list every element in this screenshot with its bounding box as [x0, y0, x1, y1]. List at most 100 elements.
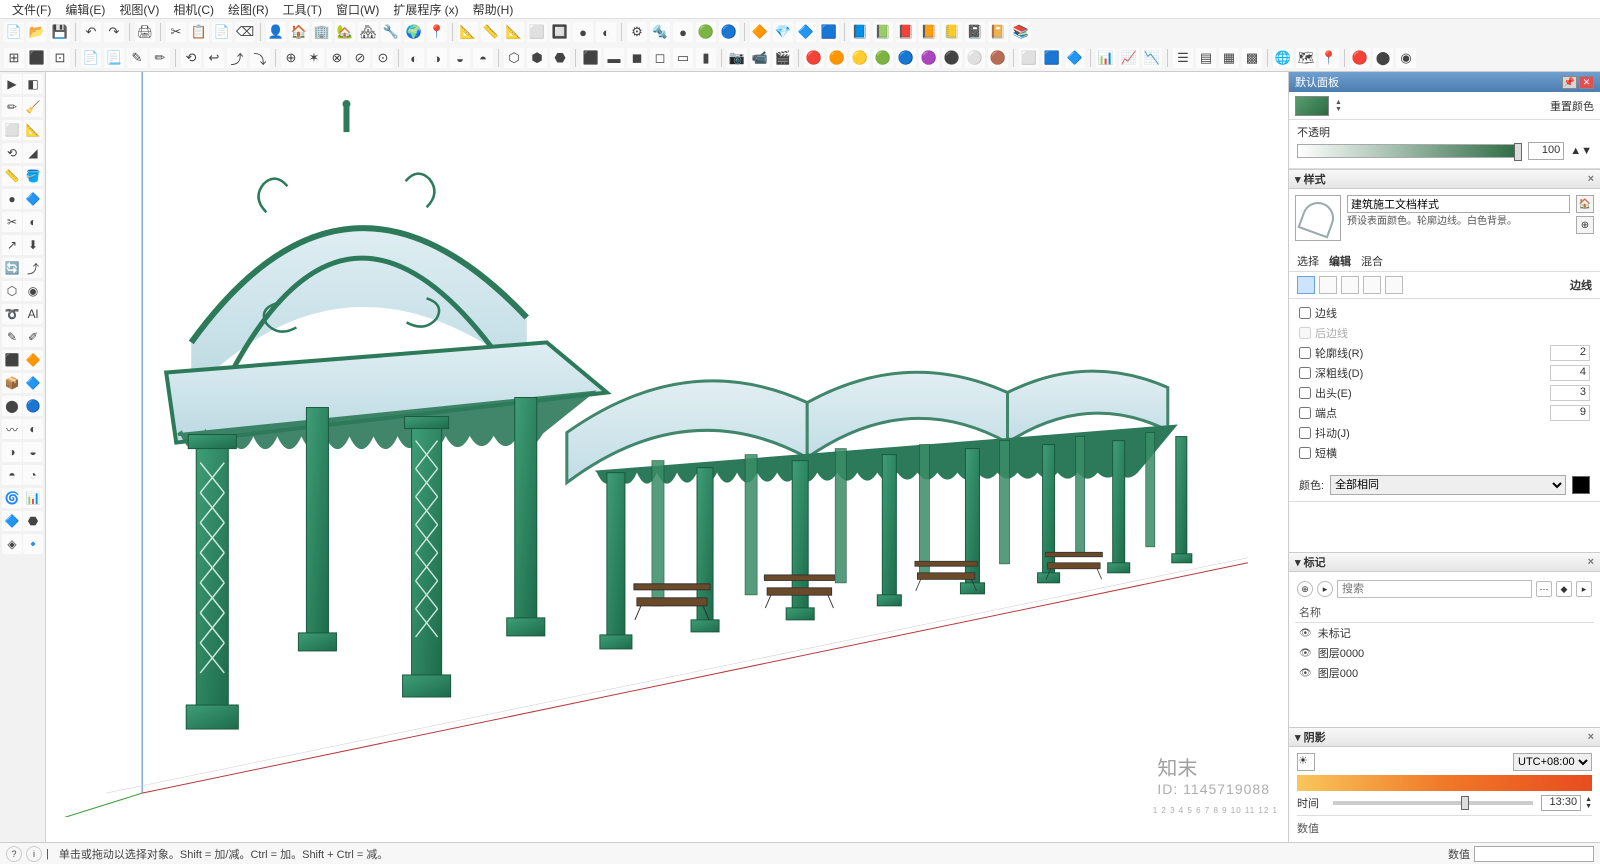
toolbox-button-31[interactable]: ◐	[23, 419, 43, 439]
tags-section-header[interactable]: ▾ 标记 ×	[1289, 552, 1600, 572]
tab-mix[interactable]: 混合	[1361, 253, 1383, 269]
toolbar1-button-14[interactable]: 👤	[266, 22, 286, 42]
toolbar2-button-51[interactable]: 🟦	[1042, 48, 1062, 68]
toolbox-button-28[interactable]: ⬤	[2, 396, 22, 416]
toolbar2-button-64[interactable]: 🗺	[1296, 48, 1316, 68]
toolbox-button-32[interactable]: ◑	[2, 442, 22, 462]
visibility-icon[interactable]	[1299, 627, 1312, 639]
tag-add-button[interactable]: ⊕	[1297, 581, 1313, 597]
toolbar1-button-29[interactable]: ◐	[596, 22, 616, 42]
time-slider[interactable]	[1333, 801, 1533, 805]
menu-view[interactable]: 视图(V)	[113, 0, 165, 20]
toolbar2-button-40[interactable]: 🔴	[804, 48, 824, 68]
toolbox-button-40[interactable]: ◈	[2, 534, 22, 554]
toolbar1-button-23[interactable]: 📐	[458, 22, 478, 42]
toolbar1-button-19[interactable]: 🔧	[381, 22, 401, 42]
toolbar1-button-49[interactable]: 📚	[1011, 22, 1031, 42]
toolbar2-button-9[interactable]: ⟲	[181, 48, 201, 68]
toolbar2-button-54[interactable]: 📊	[1096, 48, 1116, 68]
toolbar2-button-48[interactable]: 🟤	[988, 48, 1008, 68]
toolbox-button-11[interactable]: 🔷	[23, 189, 43, 209]
toolbox-button-3[interactable]: 🧹	[23, 97, 43, 117]
tag-item-layer0000[interactable]: 图层0000	[1295, 643, 1594, 663]
shadow-toggle-button[interactable]: ☀	[1297, 753, 1315, 771]
toolbar1-button-25[interactable]: 📐	[504, 22, 524, 42]
toolbar1-button-20[interactable]: 🌍	[404, 22, 424, 42]
bg-settings-icon[interactable]	[1341, 276, 1359, 294]
style-new-button[interactable]: ⊕	[1576, 216, 1594, 234]
face-settings-icon[interactable]	[1319, 276, 1337, 294]
toolbox-button-0[interactable]: ▶	[2, 74, 22, 94]
color-mode-select[interactable]: 全部相同	[1330, 475, 1566, 495]
toolbar2-button-22[interactable]: ◒	[450, 48, 470, 68]
toolbar1-button-5[interactable]: ↷	[104, 22, 124, 42]
info-button[interactable]: i	[26, 846, 42, 862]
measurement-input[interactable]	[1474, 846, 1594, 862]
depth-checkbox[interactable]	[1299, 367, 1311, 379]
toolbar2-button-36[interactable]: 📷	[727, 48, 747, 68]
toolbar1-button-40[interactable]: 🟦	[819, 22, 839, 42]
toolbar2-button-5[interactable]: 📃	[104, 48, 124, 68]
toolbox-button-21[interactable]: Al	[23, 304, 43, 324]
toolbar1-button-28[interactable]: ●	[573, 22, 593, 42]
toolbar1-button-15[interactable]: 🏠	[289, 22, 309, 42]
toolbox-button-5[interactable]: 📐	[23, 120, 43, 140]
tag-menu-button[interactable]: ▸	[1576, 581, 1592, 597]
toolbar1-button-42[interactable]: 📘	[850, 22, 870, 42]
toolbox-button-14[interactable]: ↗	[2, 235, 22, 255]
toolbar2-button-60[interactable]: ▦	[1219, 48, 1239, 68]
style-update-button[interactable]: 🏠	[1576, 195, 1594, 213]
toolbox-button-37[interactable]: 📊	[23, 488, 43, 508]
toolbar1-button-16[interactable]: 🏢	[312, 22, 332, 42]
toolbox-button-8[interactable]: 📏	[2, 166, 22, 186]
toolbox-button-27[interactable]: 🔷	[23, 373, 43, 393]
toolbar2-button-32[interactable]: ◻	[650, 48, 670, 68]
extension-value[interactable]: 3	[1550, 385, 1590, 401]
toolbar2-button-1[interactable]: ⬛	[27, 48, 47, 68]
toolbox-button-30[interactable]: 〰	[2, 419, 22, 439]
help-button[interactable]: ?	[6, 846, 22, 862]
endpoint-value[interactable]: 9	[1550, 405, 1590, 421]
endpoint-checkbox[interactable]	[1299, 407, 1311, 419]
toolbar2-button-12[interactable]: ⤵	[250, 48, 270, 68]
tray-close-button[interactable]: ✕	[1579, 76, 1594, 89]
toolbar1-button-33[interactable]: ●	[673, 22, 693, 42]
toolbar2-button-15[interactable]: ✶	[304, 48, 324, 68]
toolbar1-button-44[interactable]: 📕	[896, 22, 916, 42]
toolbox-button-36[interactable]: 🌀	[2, 488, 22, 508]
toolbar2-button-42[interactable]: 🟡	[850, 48, 870, 68]
toolbox-button-29[interactable]: 🔵	[23, 396, 43, 416]
tag-color-button[interactable]: ◆	[1556, 581, 1572, 597]
visibility-icon[interactable]	[1299, 667, 1312, 679]
tag-options-button[interactable]: ⋯	[1536, 581, 1552, 597]
opacity-value[interactable]: 100	[1528, 142, 1564, 160]
toolbar2-button-18[interactable]: ⊙	[373, 48, 393, 68]
toolbox-button-38[interactable]: 🔷	[2, 511, 22, 531]
toolbar1-button-46[interactable]: 📒	[942, 22, 962, 42]
menu-window[interactable]: 窗口(W)	[330, 0, 385, 20]
styles-close-icon[interactable]: ×	[1588, 173, 1594, 185]
toolbox-button-18[interactable]: ⬡	[2, 281, 22, 301]
toolbox-button-15[interactable]: ⬇	[23, 235, 43, 255]
toolbar1-button-34[interactable]: 🟢	[696, 22, 716, 42]
toolbar2-button-23[interactable]: ◓	[473, 48, 493, 68]
toolbar2-button-34[interactable]: ▮	[696, 48, 716, 68]
toolbar2-button-33[interactable]: ▭	[673, 48, 693, 68]
toolbar1-button-39[interactable]: 🔷	[796, 22, 816, 42]
toolbar2-button-11[interactable]: ⤴	[227, 48, 247, 68]
visibility-icon[interactable]	[1299, 647, 1312, 659]
toolbar1-button-24[interactable]: 📏	[481, 22, 501, 42]
tag-search-input[interactable]	[1337, 580, 1532, 598]
toolbox-button-17[interactable]: ⤴	[23, 258, 43, 278]
toolbar2-button-27[interactable]: ⬣	[550, 48, 570, 68]
toolbar2-button-63[interactable]: 🌐	[1273, 48, 1293, 68]
viewport-3d[interactable]	[46, 72, 1288, 842]
style-name-input[interactable]	[1347, 195, 1570, 213]
toolbox-button-19[interactable]: ◉	[23, 281, 43, 301]
toolbar1-button-9[interactable]: ✂	[166, 22, 186, 42]
toolbox-button-13[interactable]: ◐	[23, 212, 43, 232]
toolbar1-button-11[interactable]: 📄	[212, 22, 232, 42]
toolbox-button-16[interactable]: 🔄	[2, 258, 22, 278]
toolbar1-button-45[interactable]: 📙	[919, 22, 939, 42]
toolbar1-button-7[interactable]: 🖨	[135, 22, 155, 42]
